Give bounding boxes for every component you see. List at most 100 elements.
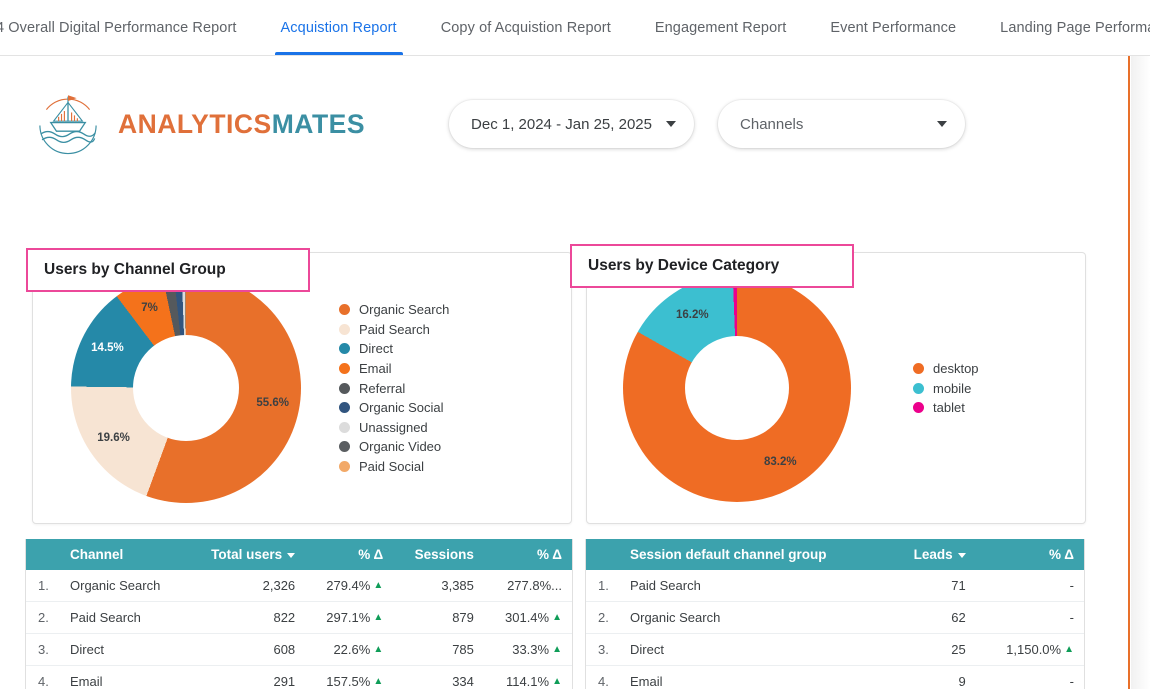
report-header: ANALYTICSMATES Dec 1, 2024 - Jan 25, 202… bbox=[0, 74, 1128, 174]
column-header[interactable]: % Δ bbox=[975, 539, 1084, 570]
table-row[interactable]: 1. Organic Search 2,326 279.4% ▲ 3,385 27… bbox=[26, 570, 572, 602]
legend-label: Organic Search bbox=[359, 302, 450, 318]
trend-up-icon: ▲ bbox=[552, 644, 562, 655]
brand-name-mates: MATES bbox=[271, 108, 366, 139]
legend-item[interactable]: Direct bbox=[339, 341, 449, 356]
table-row[interactable]: 3. Direct 608 22.6% ▲ 785 33.3% ▲ bbox=[26, 633, 572, 666]
row-leads-delta: - bbox=[975, 570, 1084, 602]
column-header[interactable]: Session default channel group bbox=[620, 539, 887, 570]
row-channel-group: Direct bbox=[620, 633, 887, 666]
row-sessions-delta: 277.8%... bbox=[483, 570, 572, 602]
users-by-device-category-title: Users by Device Category bbox=[570, 244, 854, 288]
row-index: 2. bbox=[586, 601, 620, 634]
row-total-users: 608 bbox=[186, 633, 306, 666]
date-range-selector[interactable]: Dec 1, 2024 - Jan 25, 2025 bbox=[449, 100, 695, 148]
tab-label: 4 Overall Digital Performance Report bbox=[0, 19, 237, 36]
donut-slice-label: 55.6% bbox=[256, 397, 289, 410]
column-header[interactable]: Channel bbox=[60, 539, 187, 570]
trend-up-icon: ▲ bbox=[373, 612, 384, 623]
row-index: 1. bbox=[26, 570, 60, 602]
page-shadow bbox=[1130, 56, 1150, 689]
channel-filter-dropdown[interactable]: Channels bbox=[718, 100, 966, 148]
legend-label: desktop bbox=[933, 360, 979, 376]
column-header[interactable] bbox=[26, 539, 60, 570]
row-channel-group: Organic Search bbox=[620, 601, 887, 634]
column-header[interactable]: Total users bbox=[186, 539, 306, 570]
channel-filter-label: Channels bbox=[740, 115, 804, 133]
row-leads: 9 bbox=[886, 665, 976, 689]
brand-logo: ANALYTICSMATES bbox=[32, 88, 365, 160]
row-sessions-delta: 33.3% ▲ bbox=[483, 633, 572, 666]
donut-slice-label: 14.5% bbox=[91, 342, 124, 355]
legend-item[interactable]: mobile bbox=[913, 381, 979, 396]
table-row[interactable]: 4. Email 291 157.5% ▲ 334 114.1% ▲ bbox=[26, 665, 572, 689]
legend-item[interactable]: Unassigned bbox=[339, 420, 449, 435]
legend-color-swatch bbox=[339, 323, 350, 335]
legend-label: Email bbox=[359, 360, 392, 376]
column-header[interactable]: Leads bbox=[886, 539, 976, 570]
row-sessions: 785 bbox=[393, 633, 484, 666]
tab-event-performance[interactable]: Event Performance bbox=[808, 0, 978, 55]
column-header[interactable] bbox=[586, 539, 620, 570]
column-header[interactable]: % Δ bbox=[483, 539, 572, 570]
legend-label: mobile bbox=[933, 380, 972, 396]
legend-item[interactable]: Referral bbox=[339, 381, 449, 396]
trend-up-icon: ▲ bbox=[552, 676, 562, 687]
trend-up-icon: ▲ bbox=[373, 676, 384, 687]
row-index: 4. bbox=[26, 665, 60, 689]
row-sessions: 3,385 bbox=[393, 570, 484, 602]
device-donut-chart: 83.2% 16.2% desktop mobile tablet bbox=[587, 253, 1085, 523]
table-row[interactable]: 3. Direct 25 1,150.0% ▲ bbox=[586, 633, 1084, 666]
legend-color-swatch bbox=[913, 402, 924, 414]
leads-by-channel-table: Session default channel group Leads% Δ 1.… bbox=[585, 539, 1085, 689]
legend-label: Paid Social bbox=[359, 458, 425, 474]
row-leads: 25 bbox=[886, 633, 976, 666]
sailboat-logo-icon bbox=[32, 88, 104, 160]
table-row[interactable]: 2. Organic Search 62 - bbox=[586, 601, 1084, 634]
sort-descending-icon bbox=[957, 552, 966, 558]
donut-hole bbox=[133, 335, 239, 441]
legend-item[interactable]: Paid Social bbox=[339, 459, 449, 474]
brand-name: ANALYTICSMATES bbox=[118, 109, 365, 140]
row-leads-delta: 1,150.0% ▲ bbox=[975, 633, 1084, 666]
legend-item[interactable]: Email bbox=[339, 361, 449, 376]
tab-acquistion-report[interactable]: Acquistion Report bbox=[259, 0, 419, 55]
table-row[interactable]: 1. Paid Search 71 - bbox=[586, 570, 1084, 602]
tab-copy-of-acquistion-report[interactable]: Copy of Acquistion Report bbox=[419, 0, 633, 55]
channel-legend: Organic Search Paid Search Direct Email Refe… bbox=[339, 302, 449, 474]
legend-item[interactable]: Organic Social bbox=[339, 400, 449, 415]
row-total-users: 2,326 bbox=[186, 570, 306, 602]
device-donut: 83.2% 16.2% bbox=[623, 274, 851, 502]
tab-4-overall-digital-performance-report[interactable]: 4 Overall Digital Performance Report bbox=[0, 0, 259, 55]
row-users-delta: 157.5% ▲ bbox=[305, 665, 394, 689]
table-row[interactable]: 4. Email 9 - bbox=[586, 665, 1084, 689]
legend-item[interactable]: desktop bbox=[913, 361, 979, 376]
row-users-delta: 279.4% ▲ bbox=[305, 570, 394, 602]
tab-label: Acquistion Report bbox=[280, 19, 397, 36]
donut-slice-label: 19.6% bbox=[97, 431, 130, 444]
legend-color-swatch bbox=[339, 460, 350, 472]
report-canvas: ANALYTICSMATES Dec 1, 2024 - Jan 25, 202… bbox=[0, 56, 1150, 689]
trend-up-icon: ▲ bbox=[1064, 644, 1074, 655]
tab-engagement-report[interactable]: Engagement Report bbox=[633, 0, 808, 55]
column-header[interactable]: % Δ bbox=[305, 539, 394, 570]
legend-item[interactable]: Organic Video bbox=[339, 439, 449, 454]
sort-descending-icon bbox=[287, 552, 296, 558]
row-sessions-delta: 114.1% ▲ bbox=[483, 665, 572, 689]
tab-landing-page-performance[interactable]: Landing Page Performance bbox=[978, 0, 1150, 55]
legend-item[interactable]: Organic Search bbox=[339, 302, 449, 317]
channel-metrics-table: Channel Total users% Δ Sessions% Δ 1. Orga… bbox=[25, 539, 573, 689]
tab-label: Copy of Acquistion Report bbox=[440, 19, 611, 36]
tab-label: Landing Page Performance bbox=[1000, 19, 1150, 36]
legend-item[interactable]: Paid Search bbox=[339, 322, 449, 337]
trend-up-icon: ▲ bbox=[373, 580, 384, 591]
legend-item[interactable]: tablet bbox=[913, 400, 979, 415]
row-users-delta: 297.1% ▲ bbox=[305, 601, 394, 634]
row-leads-delta: - bbox=[975, 665, 1084, 689]
column-header[interactable]: Sessions bbox=[393, 539, 484, 570]
row-leads-delta: - bbox=[975, 601, 1084, 634]
legend-label: Organic Video bbox=[359, 439, 442, 455]
table-row[interactable]: 2. Paid Search 822 297.1% ▲ 879 301.4% ▲ bbox=[26, 601, 572, 634]
row-total-users: 822 bbox=[186, 601, 306, 634]
brand-name-analytics: ANALYTICS bbox=[118, 108, 272, 139]
